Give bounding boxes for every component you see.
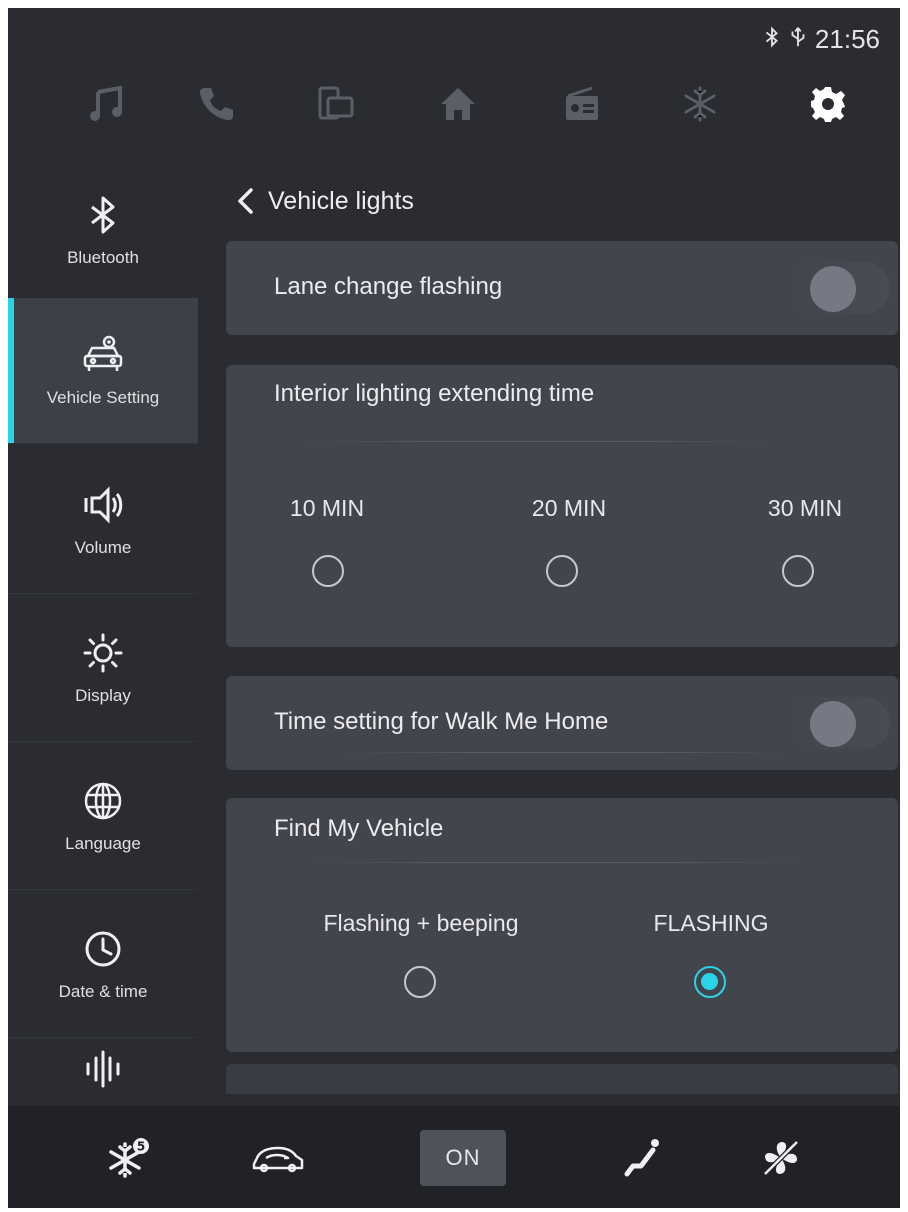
lane-change-card: Lane change flashing bbox=[226, 241, 898, 335]
option-flashing-label: FLASHING bbox=[653, 910, 769, 936]
toggle-knob bbox=[810, 266, 856, 312]
walk-me-home-toggle[interactable] bbox=[790, 697, 890, 749]
toggle-knob bbox=[810, 701, 856, 747]
lane-change-label: Lane change flashing bbox=[274, 273, 503, 300]
find-my-vehicle-card: Find My Vehicle Flashing + beeping FLASH… bbox=[226, 798, 898, 1052]
radio-20-min[interactable] bbox=[546, 555, 578, 587]
sidebar-item-label: Language bbox=[65, 833, 141, 853]
walk-me-home-card: Time setting for Walk Me Home bbox=[226, 676, 898, 770]
chevron-left-icon bbox=[238, 188, 253, 214]
clock-icon bbox=[85, 931, 121, 966]
sidebar-item-label: Volume bbox=[74, 537, 132, 557]
climate-on-button[interactable]: ON bbox=[420, 1130, 506, 1186]
divider bbox=[316, 862, 796, 863]
sidebar-item-label: Vehicle Setting bbox=[46, 387, 160, 407]
vehicle-lights-panel: Vehicle lights Lane change flashing Inte… bbox=[226, 168, 898, 1108]
sidebar-item-vehicle-setting[interactable]: Vehicle Setting bbox=[8, 298, 198, 444]
sidebar-item-sound[interactable] bbox=[8, 1040, 198, 1108]
sidebar-item-date-time[interactable]: Date & time bbox=[8, 892, 198, 1038]
sidebar-item-display[interactable]: Display bbox=[8, 596, 198, 742]
interior-lighting-label: Interior lighting extending time bbox=[274, 380, 595, 407]
climate-badge: 5 bbox=[137, 1140, 145, 1154]
fan-off-icon[interactable] bbox=[758, 1136, 804, 1180]
radio-flashing[interactable] bbox=[694, 966, 726, 998]
bluetooth-status-icon bbox=[763, 24, 781, 55]
option-flashing-beeping-label: Flashing + beeping bbox=[323, 910, 519, 936]
radio-30-min[interactable] bbox=[782, 555, 814, 587]
music-icon[interactable] bbox=[78, 80, 138, 128]
divider bbox=[306, 441, 766, 442]
bluetooth-icon bbox=[91, 196, 115, 233]
car-gear-icon bbox=[83, 335, 123, 371]
speaker-icon bbox=[84, 485, 123, 524]
divider bbox=[346, 752, 786, 753]
lane-change-toggle[interactable] bbox=[790, 262, 890, 314]
screen-mirror-icon[interactable] bbox=[306, 80, 366, 128]
usb-icon bbox=[789, 24, 807, 55]
sidebar-item-label: Date & time bbox=[58, 981, 148, 1001]
snowflake-badge-icon[interactable]: 5 bbox=[106, 1136, 152, 1180]
settings-screen: 21:56 Bluetooth Vehicle Setting Volume D… bbox=[8, 8, 900, 1208]
sidebar-item-label: Bluetooth bbox=[67, 247, 139, 267]
interior-lighting-card: Interior lighting extending time 10 MIN … bbox=[226, 365, 898, 647]
radio-10-min[interactable] bbox=[312, 555, 344, 587]
brightness-icon bbox=[83, 633, 123, 672]
page-title: Vehicle lights bbox=[268, 186, 414, 215]
settings-sidebar: Bluetooth Vehicle Setting Volume Display… bbox=[8, 158, 198, 1108]
car-recirculation-icon[interactable] bbox=[248, 1136, 308, 1180]
sidebar-item-language[interactable]: Language bbox=[8, 744, 198, 890]
snowflake-icon[interactable] bbox=[670, 80, 730, 128]
globe-icon bbox=[84, 782, 122, 819]
option-10-min-label: 10 MIN bbox=[289, 495, 365, 521]
status-bar: 21:56 bbox=[763, 24, 880, 55]
home-icon[interactable] bbox=[428, 80, 488, 128]
top-nav bbox=[8, 70, 900, 140]
next-card-peek bbox=[226, 1064, 898, 1094]
radio-flashing-beeping[interactable] bbox=[404, 966, 436, 998]
bottom-climate-bar: 5 ON bbox=[8, 1106, 900, 1208]
sidebar-item-volume[interactable]: Volume bbox=[8, 448, 198, 594]
find-my-vehicle-label: Find My Vehicle bbox=[274, 815, 444, 842]
sidebar-item-bluetooth[interactable]: Bluetooth bbox=[8, 158, 198, 304]
sound-wave-icon bbox=[86, 1050, 120, 1088]
status-time: 21:56 bbox=[814, 24, 880, 54]
gear-icon[interactable] bbox=[798, 80, 858, 128]
radio-icon[interactable] bbox=[552, 80, 612, 128]
option-20-min-label: 20 MIN bbox=[531, 495, 607, 521]
phone-icon[interactable] bbox=[186, 80, 246, 128]
sidebar-item-label: Display bbox=[75, 685, 131, 705]
walk-me-home-label: Time setting for Walk Me Home bbox=[274, 708, 609, 735]
option-30-min-label: 30 MIN bbox=[767, 495, 843, 521]
seat-heat-icon[interactable] bbox=[618, 1136, 664, 1180]
back-button[interactable]: Vehicle lights bbox=[234, 186, 414, 216]
